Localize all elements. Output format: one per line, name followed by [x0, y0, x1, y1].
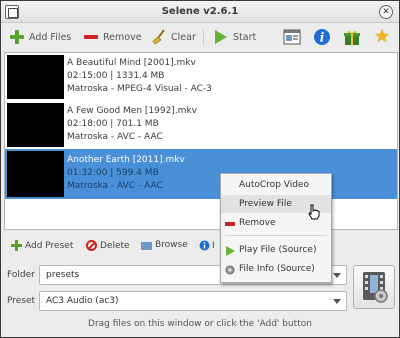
folder-value: presets [46, 270, 80, 280]
broom-icon [151, 29, 167, 45]
file-row-selected[interactable]: Another Earth [2011].mkv 01:32:00 | 599.… [5, 149, 397, 199]
add-preset-label: Add Preset [25, 240, 74, 251]
file-format: Matroska - MPEG-4 Visual - AC-3 [67, 84, 212, 94]
window-title: Selene v2.6.1 [161, 6, 239, 17]
delete-label: Delete [100, 240, 130, 251]
video-thumbnail [7, 103, 64, 147]
info-glyph: i [320, 31, 325, 45]
menu-item-file-info[interactable]: File Info (Source) [221, 260, 331, 278]
favorite-button[interactable]: ★ [371, 26, 393, 48]
browse-label: Browse [155, 240, 188, 250]
add-files-button[interactable]: Add Files [9, 27, 71, 47]
donate-button[interactable] [341, 26, 363, 48]
gift-icon [344, 30, 360, 45]
video-thumbnail [7, 55, 64, 99]
play-icon [225, 245, 235, 256]
file-format: Matroska - AVC - AAC [67, 181, 163, 191]
folder-icon [141, 242, 152, 250]
add-preset-button[interactable]: Add Preset [11, 240, 73, 251]
remove-button[interactable]: Remove [83, 27, 142, 47]
remove-label: Remove [103, 31, 142, 43]
play-icon [213, 29, 229, 45]
file-name: Another Earth [2011].mkv [67, 155, 185, 165]
file-format: Matroska - AVC - AAC [67, 132, 163, 142]
window-icon [283, 29, 301, 45]
preview-window-button[interactable] [281, 26, 303, 48]
dropdown-arrow-icon [333, 299, 341, 304]
start-label: Start [233, 31, 257, 43]
preset-info-label: I [212, 240, 215, 251]
close-button[interactable]: ✕ [379, 5, 393, 19]
delete-preset-button[interactable]: Delete [86, 240, 130, 251]
dropdown-arrow-icon [333, 273, 341, 278]
preset-info-button[interactable]: I [199, 240, 215, 251]
clear-button[interactable]: Clear [151, 27, 196, 47]
play-label: Play File (Source) [239, 245, 317, 255]
preset-toolbar: Add Preset Delete Browse I [1, 237, 399, 257]
plus-icon [11, 240, 22, 251]
folder-label: Folder [7, 270, 35, 280]
start-button[interactable]: Start [213, 27, 256, 47]
preset-label: Preset [7, 296, 36, 306]
settings-button[interactable] [353, 265, 395, 309]
file-list[interactable]: A Beautiful Mind [2001].mkv 02:15:00 | 1… [4, 52, 398, 230]
video-thumbnail [7, 151, 64, 197]
preset-value: AC3 Audio (ac3) [46, 296, 119, 306]
minus-icon [83, 29, 99, 45]
preset-select[interactable]: AC3 Audio (ac3) [39, 291, 347, 311]
title-bar: Selene v2.6.1 ✕ [1, 1, 399, 23]
main-toolbar: Add Files Remove Clear Start i ★ [1, 23, 399, 51]
file-info-label: File Info (Source) [239, 264, 315, 274]
gear-icon [225, 264, 235, 275]
plus-icon [9, 29, 25, 45]
delete-icon [86, 240, 97, 251]
clear-label: Clear [171, 31, 196, 43]
file-duration-size: 02:18:00 | 701.1 MB [67, 119, 159, 129]
minus-icon [225, 218, 235, 228]
star-icon: ★ [373, 26, 391, 47]
add-files-label: Add Files [29, 31, 72, 43]
file-name: A Beautiful Mind [2001].mkv [67, 58, 196, 68]
menu-item-play[interactable]: Play File (Source) [221, 241, 331, 259]
info-icon: i [314, 29, 330, 45]
context-menu: AutoCrop Video Preview File Remove Play … [220, 173, 332, 283]
file-duration-size: 01:32:00 | 599.4 MB [67, 168, 159, 178]
film-settings-icon [363, 272, 388, 303]
file-row[interactable]: A Beautiful Mind [2001].mkv 02:15:00 | 1… [5, 53, 397, 101]
browse-button[interactable]: Browse [141, 240, 188, 250]
info-icon [199, 240, 210, 251]
status-text: Drag files on this window or click the '… [88, 319, 312, 329]
autocrop-label: AutoCrop Video [239, 180, 309, 190]
app-window: Selene v2.6.1 ✕ Add Files Remove Clear S… [0, 0, 400, 338]
remove-label: Remove [239, 218, 276, 228]
info-button[interactable]: i [311, 26, 333, 48]
file-row[interactable]: A Few Good Men [1992].mkv 02:18:00 | 701… [5, 101, 397, 149]
menu-separator [225, 235, 327, 236]
file-name: A Few Good Men [1992].mkv [67, 106, 197, 116]
toolbar-separator [203, 29, 204, 45]
file-duration-size: 02:15:00 | 1331.4 MB [67, 71, 165, 81]
preview-label: Preview File [239, 199, 292, 209]
hand-cursor-icon [308, 204, 320, 220]
menu-item-autocrop[interactable]: AutoCrop Video [221, 176, 331, 194]
